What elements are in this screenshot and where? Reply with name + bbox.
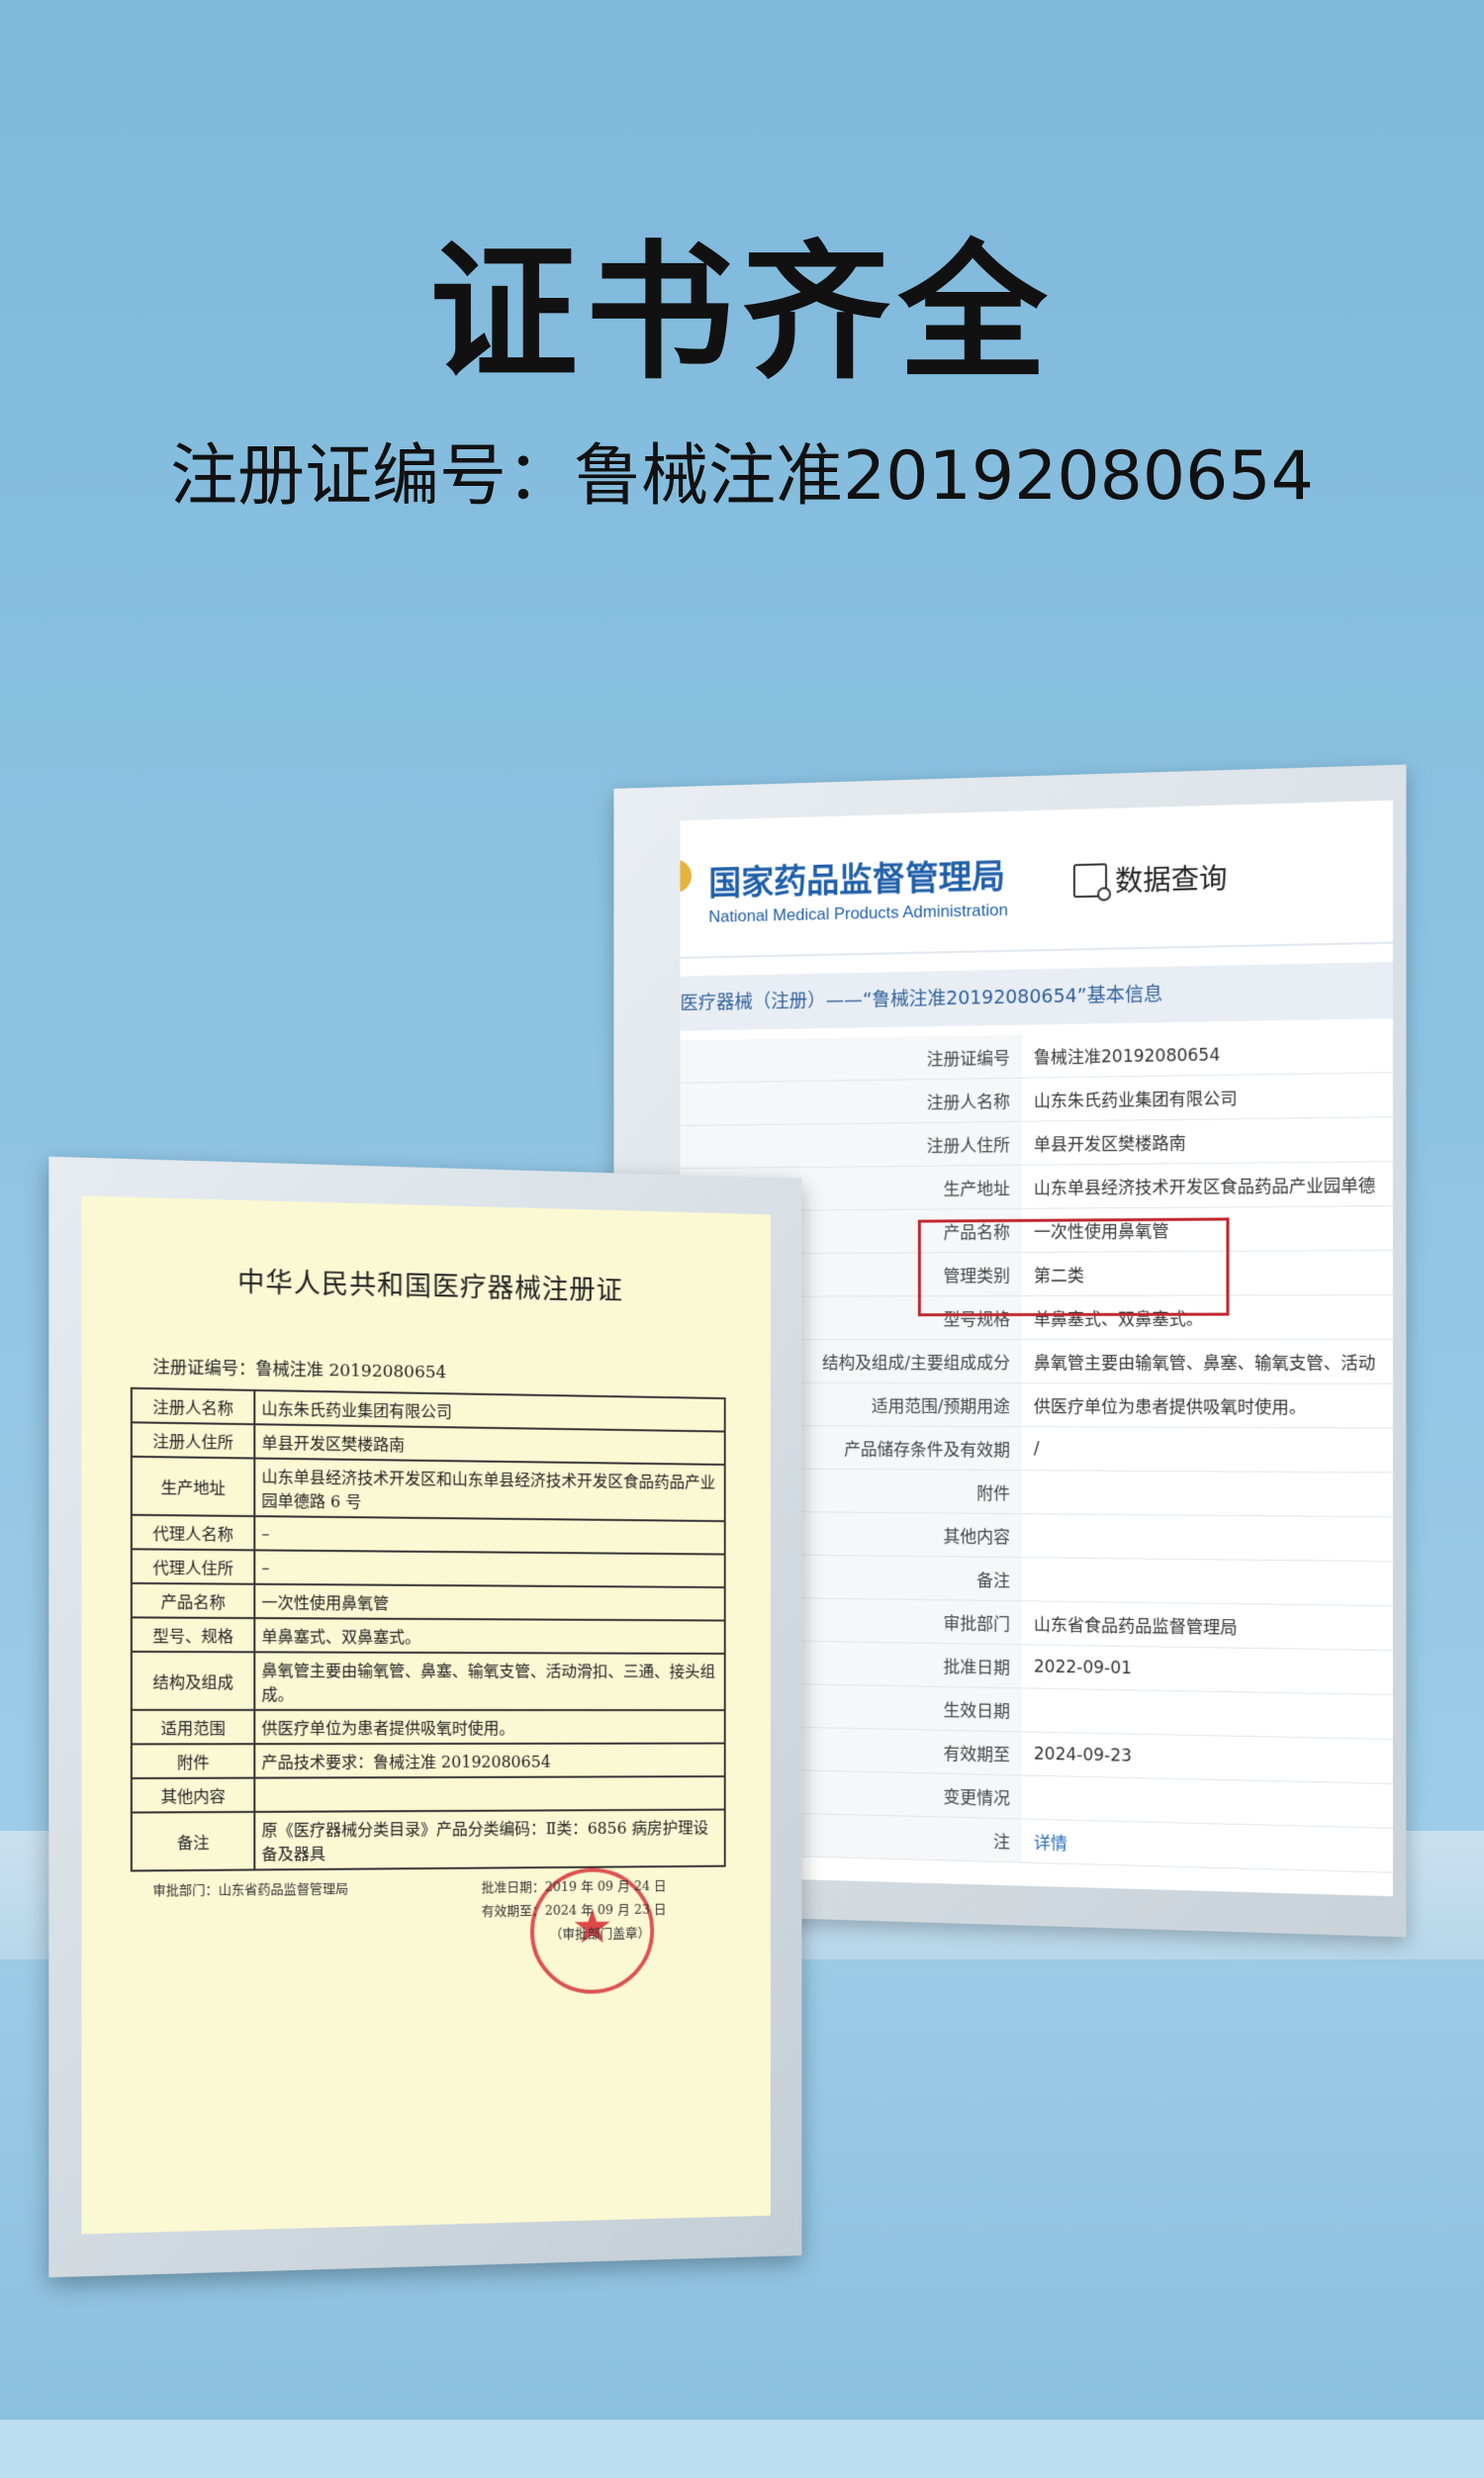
approval-authority: 审批部门：山东省药品监督管理局 [152, 1881, 349, 1899]
row-value [1021, 1687, 1393, 1740]
table-row: 适用范围 供医疗单位为患者提供吸氧时使用。 [131, 1709, 725, 1745]
headline: 证书齐全 [428, 228, 1055, 400]
row-value: 详情 [1021, 1819, 1393, 1873]
table-row: 产品名称 一次性使用鼻氧管 [131, 1582, 725, 1621]
table-row: 结构及组成 鼻氧管主要由输氧管、鼻塞、输氧支管、活动滑扣、三通、接头组成。 [131, 1651, 725, 1711]
row-value: 供医疗单位为患者提供吸氧时使用。 [1021, 1382, 1393, 1429]
data-query-link[interactable]: 数据查询 [1072, 857, 1228, 901]
certificate-frame: 中华人民共和国医疗器械注册证 注册证编号：鲁械注准 20192080654 注册… [48, 1156, 802, 2278]
floor [0, 2420, 1484, 2478]
table-row: 生产地址 山东单县经济技术开发区和山东单县经济技术开发区食品药品产业园单德路 6 … [131, 1456, 725, 1522]
row-key: 注册人名称 [131, 1387, 255, 1425]
certificate-table: 注册人名称 山东朱氏药业集团有限公司 注册人住所 单县开发区樊楼路南 生产地址 山东单县经… [131, 1387, 726, 1872]
row-value: 山东省食品药品监督管理局 [1021, 1600, 1393, 1651]
approval-date: 批准日期：2019 年 09 月 24 日 [481, 1878, 667, 1896]
row-value [1021, 1470, 1393, 1517]
row-key: 备注 [131, 1811, 255, 1871]
row-value: 山东单县经济技术开发区和山东单县经济技术开发区食品药品产业园单德路 6 号 [254, 1458, 725, 1522]
certificate-number: 注册证编号：鲁械注准 20192080654 [152, 1357, 447, 1383]
registration-number-line: 注册证编号：鲁械注准20192080654 [170, 437, 1314, 516]
table-row: 代理人住所 – [131, 1549, 725, 1588]
breadcrumb: 医疗器械（注册）——“鲁械注准20192080654”基本信息 [680, 961, 1393, 1031]
row-key: 产品名称 [131, 1582, 255, 1619]
row-key: 代理人名称 [131, 1514, 255, 1551]
row-value: 单鼻塞式、双鼻塞式。 [254, 1618, 725, 1655]
row-value: 山东单县经济技术开发区食品药品产业园单德 [1021, 1161, 1393, 1209]
row-value: 一次性使用鼻氧管 [254, 1583, 725, 1621]
site-header: 国家药品监督管理局 National Medical Products Admi… [680, 800, 1393, 959]
row-value [1021, 1513, 1393, 1562]
row-value: 单县开发区樊楼路南 [1021, 1116, 1393, 1166]
row-key: 注册证编号 [680, 1034, 1022, 1084]
search-document-icon [1072, 863, 1108, 899]
agency-name-en: National Medical Products Administration [708, 900, 1008, 926]
row-key: 附件 [131, 1744, 255, 1778]
row-value: 原《医疗器械分类目录》产品分类编码：Ⅱ类：6856 病房护理设备及器具 [254, 1809, 725, 1870]
agency-name-cn: 国家药品监督管理局 [708, 856, 1005, 905]
row-value: – [254, 1550, 725, 1588]
row-key: 注册人住所 [680, 1121, 1022, 1169]
highlight-box [917, 1217, 1230, 1317]
table-row: 附件 产品技术要求：鲁械注准 20192080654 [131, 1743, 725, 1778]
row-key: 适用范围 [131, 1709, 255, 1745]
row-value [1021, 1557, 1393, 1606]
emblem-icon [680, 859, 693, 894]
seal-department: （审批部门盖章） [549, 1926, 651, 1943]
row-value [254, 1776, 725, 1812]
row-value: / [1021, 1426, 1393, 1474]
row-key: 其他内容 [131, 1777, 255, 1813]
certificate-paper: 中华人民共和国医疗器械注册证 注册证编号：鲁械注准 20192080654 注册… [81, 1195, 771, 2235]
row-value: 鼻氧管主要由输氧管、鼻塞、输氧支管、活动 [1021, 1339, 1393, 1384]
row-value: 鲁械注准20192080654 [1021, 1028, 1393, 1079]
table-row: 备注 原《医疗器械分类目录》产品分类编码：Ⅱ类：6856 病房护理设备及器具 [131, 1809, 725, 1871]
table-row: 其他内容 [131, 1776, 725, 1813]
row-key: 注册人住所 [131, 1422, 255, 1459]
table-row: 代理人名称 – [131, 1514, 725, 1555]
row-value: 供医疗单位为患者提供吸氧时使用。 [254, 1709, 725, 1745]
row-key: 结构及组成 [131, 1651, 255, 1710]
row-key: 代理人住所 [131, 1549, 255, 1584]
row-value: 鼻氧管主要由输氧管、鼻塞、输氧支管、活动滑扣、三通、接头组成。 [254, 1652, 725, 1711]
certificate-title: 中华人民共和国医疗器械注册证 [237, 1267, 623, 1307]
data-query-label: 数据查询 [1115, 862, 1228, 899]
row-key: 型号、规格 [131, 1617, 255, 1653]
expiry-date: 有效期至：2024 年 09 月 23 日 [481, 1902, 667, 1920]
row-key: 生产地址 [131, 1456, 255, 1517]
table-row: 型号、规格 单鼻塞式、双鼻塞式。 [131, 1617, 725, 1655]
row-key: 注册人名称 [680, 1078, 1022, 1126]
row-value: 2022-09-01 [1021, 1644, 1393, 1695]
row-value: – [254, 1516, 725, 1555]
table-row: 注册人住所 单县开发区樊楼路南 [680, 1116, 1393, 1169]
row-value: 山东朱氏药业集团有限公司 [1021, 1072, 1393, 1122]
row-value: 产品技术要求：鲁械注准 20192080654 [254, 1743, 725, 1778]
details-link[interactable]: 详情 [1034, 1834, 1067, 1855]
certificate-footer: 审批部门：山东省药品监督管理局 ★ 批准日期：2019 年 09 月 24 日 … [81, 1866, 770, 1995]
